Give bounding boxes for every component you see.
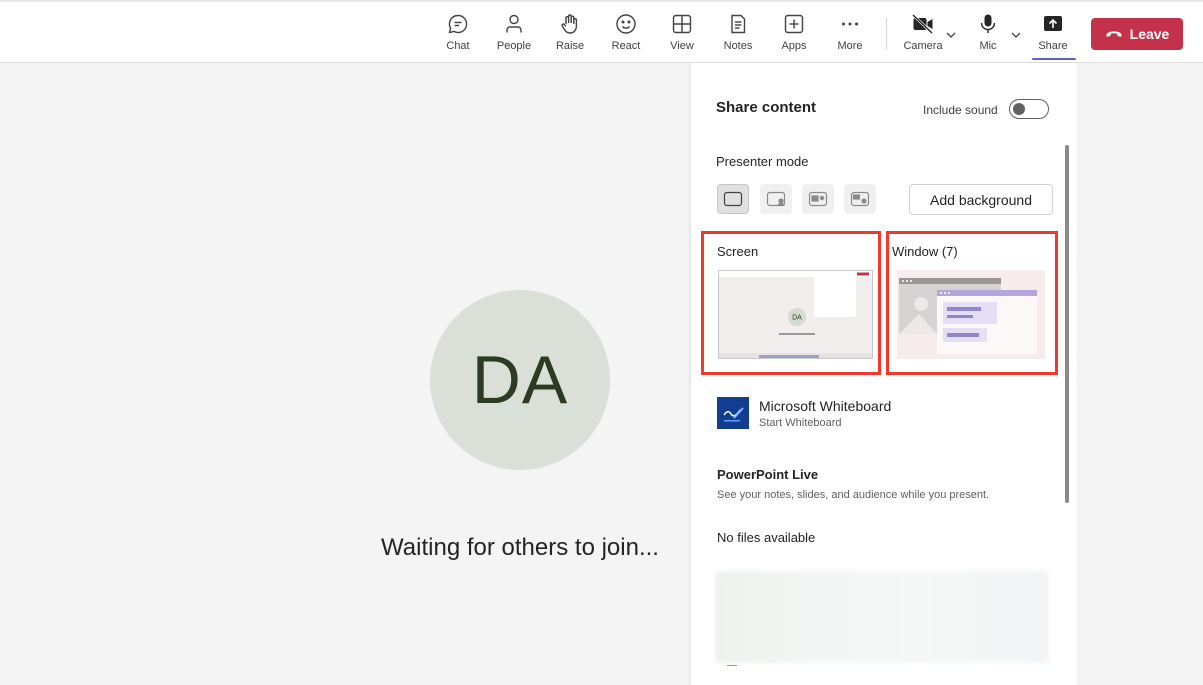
presenter-mode-reporter[interactable] (844, 184, 876, 214)
camera-off-icon (912, 14, 933, 34)
share-active-indicator (1032, 58, 1076, 60)
powerpoint-live-heading: PowerPoint Live (717, 467, 819, 482)
notes-label: Notes (723, 40, 753, 52)
leave-button[interactable]: Leave (1091, 18, 1183, 50)
screen-preview-initials: DA (792, 315, 802, 322)
mic-button[interactable]: Mic (963, 12, 1013, 58)
waiting-message: Waiting for others to join... (381, 534, 659, 561)
chat-button[interactable]: Chat (433, 12, 483, 58)
share-tray-icon (1044, 16, 1062, 31)
whiteboard-icon[interactable] (717, 397, 749, 429)
meeting-toolbar: Chat People Raise React View Notes Apps … (0, 0, 1203, 63)
screen-preview-image: DA (719, 271, 872, 358)
notes-icon (731, 14, 746, 34)
powerpoint-live-description: See your notes, slides, and audience whi… (717, 489, 990, 501)
notes-button[interactable]: Notes (713, 12, 763, 58)
include-sound-toggle[interactable] (1009, 99, 1049, 119)
raise-label: Raise (555, 40, 585, 52)
microphone-icon (980, 14, 996, 33)
camera-options-chevron-icon[interactable] (944, 28, 958, 42)
smiley-icon (616, 14, 636, 34)
chat-label: Chat (446, 40, 470, 52)
whiteboard-subtitle: Start Whiteboard (759, 417, 842, 429)
blurred-content-area (715, 571, 1049, 663)
view-label: View (670, 40, 694, 52)
reporter-icon (850, 191, 870, 207)
view-button[interactable]: View (657, 12, 707, 58)
camera-label: Camera (903, 40, 943, 52)
camera-button[interactable]: Camera (898, 12, 948, 58)
standout-icon (766, 191, 786, 207)
more-button[interactable]: More (825, 12, 875, 58)
chat-icon (448, 14, 468, 34)
react-button[interactable]: React (601, 12, 651, 58)
apps-button[interactable]: Apps (769, 12, 819, 58)
share-screen-option[interactable]: Screen DA (701, 231, 881, 375)
blurred-marker (727, 665, 737, 666)
window-label: Window (7) (892, 244, 958, 259)
whiteboard-logo (717, 397, 749, 429)
presenter-mode-standout[interactable] (760, 184, 792, 214)
content-only-icon (723, 191, 743, 207)
screen-preview-thumbnail: DA (718, 270, 873, 359)
people-button[interactable]: People (489, 12, 539, 58)
window-illustration (899, 278, 1037, 354)
screen-label: Screen (717, 244, 759, 259)
mic-label: Mic (979, 40, 997, 52)
side-by-side-icon (808, 191, 828, 207)
share-label: Share (1038, 40, 1068, 52)
toggle-knob (1013, 103, 1025, 115)
people-icon (506, 14, 522, 33)
participant-avatar: DA (430, 290, 610, 470)
panel-title: Share content (716, 99, 817, 116)
add-background-button[interactable]: Add background (909, 184, 1053, 215)
presenter-mode-content-only[interactable] (717, 184, 749, 214)
add-apps-icon (784, 14, 804, 34)
toolbar-divider (886, 18, 887, 50)
more-icon (842, 22, 858, 26)
leave-label: Leave (1129, 26, 1170, 42)
whiteboard-title[interactable]: Microsoft Whiteboard (759, 398, 891, 414)
share-content-panel: Share content Include sound Presenter mo… (691, 63, 1077, 685)
hang-up-icon (1106, 31, 1122, 37)
mic-options-chevron-icon[interactable] (1009, 28, 1023, 42)
grid-view-icon (672, 14, 692, 34)
share-button[interactable]: Share (1028, 12, 1078, 58)
window-preview-thumbnail (897, 270, 1045, 359)
react-label: React (611, 40, 641, 52)
panel-scrollbar[interactable] (1065, 145, 1069, 503)
presenter-mode-label: Presenter mode (716, 154, 809, 169)
presenter-mode-side-by-side[interactable] (802, 184, 834, 214)
raise-hand-button[interactable]: Raise (545, 12, 595, 58)
raise-hand-icon (561, 14, 578, 34)
apps-label: Apps (781, 40, 807, 52)
more-label: More (837, 40, 863, 52)
share-window-option[interactable]: Window (7) (886, 231, 1058, 375)
people-label: People (496, 40, 532, 52)
include-sound-label: Include sound (923, 103, 998, 117)
no-files-message: No files available (717, 530, 816, 545)
